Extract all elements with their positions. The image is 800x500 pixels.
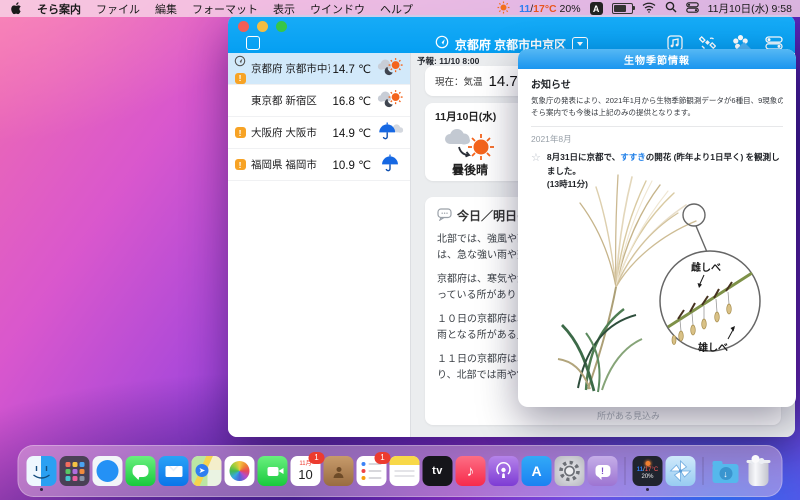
dock-launchpad[interactable] [60,456,90,486]
close-button[interactable] [238,21,249,32]
dock-system-preferences[interactable] [555,456,585,486]
notice-line: 気象庁の発表により、2021年1月から生物季節観測データが6種目、9現象のみに変… [531,95,783,107]
dock-reminders[interactable]: 1 [357,456,387,486]
notice-line: そら案内でも今後は上記のみの提供となります。 [531,107,783,119]
susuki-illustration: 雌しべ 雄しべ [528,169,786,406]
status-weather-temps[interactable]: 11/17°C 20% [519,3,580,15]
overview-partial-line: 所がある見込みです。 [597,409,659,422]
location-sidebar: ! 京都府 京都市中京区 14.7 ℃ 東京都 新宿区 16.8 ℃ [228,53,411,437]
location-temp: 14.9 ℃ [333,126,372,140]
dock-photos[interactable] [225,456,255,486]
location-name: 京都府 京都市中京区 [251,61,330,76]
maps-navigation-arrow-icon: ➤ [196,464,209,477]
sidebar-row-kyoto[interactable]: ! 京都府 京都市中京区 14.7 ℃ [228,53,410,85]
dock-appletv[interactable]: tv [423,456,453,486]
dock-facetime[interactable] [258,456,288,486]
bio-season-popover: 生物季節情報 お知らせ 気象庁の発表により、2021年1月から生物季節観測データ… [518,49,796,407]
status-weather-sun-icon[interactable] [497,1,510,17]
sidebar-row-fukuoka[interactable]: ! 福岡県 福岡市 10.9 ℃ [228,149,410,181]
umbrella-icon [376,152,404,177]
speech-bubble-icon [437,208,452,224]
dock-downloads[interactable]: ↓ [711,456,741,486]
reminders-badge: 1 [375,452,391,464]
sun-cloud-moon-icon [376,56,404,81]
desktop: そら案内 ファイル 編集 フォーマット 表示 ウインドウ ヘルプ 11/17°C… [0,0,800,500]
dock-sora-annai[interactable]: 11/17°C 20% [633,456,663,486]
stamen-label: 雄しべ [697,341,728,354]
dock-appstore[interactable]: A [522,456,552,486]
menu-window[interactable]: ウインドウ [310,1,365,17]
location-name: 福岡県 福岡市 [251,157,330,172]
forecast-summary: 曇後晴 [435,161,505,178]
menu-clock[interactable]: 11月10日(水) 9:58 [708,1,792,16]
divider [531,126,783,127]
input-source-icon[interactable]: A [590,2,603,15]
sun-cloud-moon-icon [376,88,404,113]
dock-safari[interactable] [93,456,123,486]
apple-menu-icon[interactable] [11,2,22,15]
location-name: 大阪府 大阪市 [251,125,330,140]
dock-divider [703,457,704,485]
dock: ➤ 11月 10 1 1 tv ♪ A ! 11/ [18,445,783,497]
download-arrow-icon: ↓ [719,467,732,480]
umbrella-cloud-icon [376,120,404,145]
dock-podcasts[interactable] [489,456,519,486]
title-bar[interactable]: 京都府 京都市中京区 [228,15,795,53]
menu-app-name[interactable]: そら案内 [37,1,81,17]
menu-format[interactable]: フォーマット [192,1,258,17]
dock-contacts[interactable] [324,456,354,486]
warning-badge: ! [235,127,246,138]
dock-calendar[interactable]: 11月 10 1 [291,456,321,486]
location-temp: 14.7 ℃ [333,62,372,76]
menu-help[interactable]: ヘルプ [380,1,413,17]
battery-icon[interactable] [612,3,633,14]
control-center-icon[interactable] [686,2,699,16]
warning-badge: ! [235,73,246,84]
location-name: 東京都 新宿区 [251,93,330,108]
current-location-icon [435,35,449,54]
dock-pinwheel-app[interactable] [666,456,696,486]
menu-bar: そら案内 ファイル 編集 フォーマット 表示 ウインドウ ヘルプ 11/17°C… [0,0,800,17]
menu-view[interactable]: 表示 [273,1,295,17]
dock-mail[interactable] [159,456,189,486]
sidebar-row-tokyo[interactable]: 東京都 新宿区 16.8 ℃ [228,85,410,117]
wifi-icon[interactable] [642,2,656,16]
zoom-button[interactable] [276,21,287,32]
current-label: 現在：気温 [435,74,483,88]
dock-messages[interactable] [126,456,156,486]
susuki-link[interactable]: すすき [620,152,646,162]
location-temp: 16.8 ℃ [333,94,372,108]
dock-notes[interactable] [390,456,420,486]
location-temp: 10.9 ℃ [333,158,372,172]
dock-trash[interactable] [744,456,774,486]
popover-title: 生物季節情報 [518,49,796,69]
dock-finder[interactable] [27,456,57,486]
section-date: 2021年8月 [531,133,783,145]
dock-maps[interactable]: ➤ [192,456,222,486]
notice-title: お知らせ [531,76,783,91]
minimize-button[interactable] [257,21,268,32]
spotlight-search-icon[interactable] [665,1,677,16]
sidebar-row-osaka[interactable]: ! 大阪府 大阪市 14.9 ℃ [228,117,410,149]
calendar-badge: 1 [309,452,325,464]
warning-badge: ! [235,159,246,170]
dock-feedback[interactable]: ! [588,456,618,486]
dock-divider [625,457,626,485]
mini-sun-icon [645,461,650,466]
current-location-arrow-icon [234,54,246,72]
dock-music[interactable]: ♪ [456,456,486,486]
menu-file[interactable]: ファイル [96,1,140,17]
pistil-label: 雌しべ [691,261,721,274]
menu-edit[interactable]: 編集 [155,1,177,17]
